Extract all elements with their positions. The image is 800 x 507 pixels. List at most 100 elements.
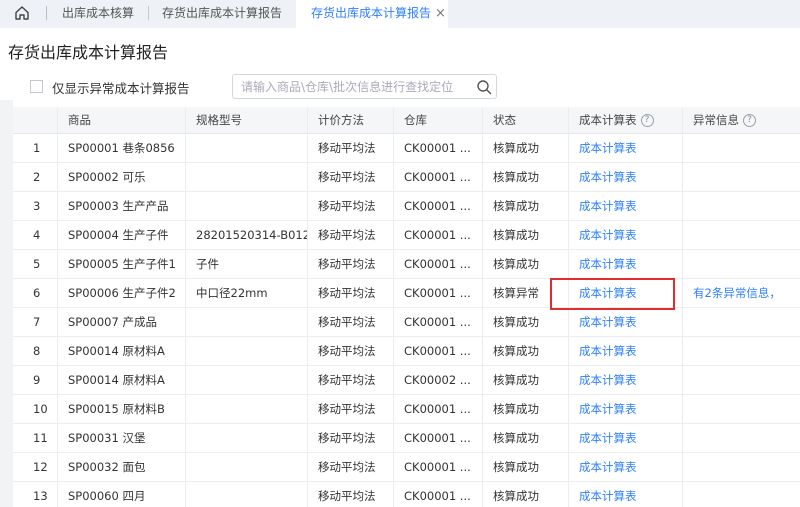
status-cell: 核算成功 bbox=[483, 337, 569, 365]
product-cell: SP00003 生产产品 bbox=[58, 192, 186, 220]
abnormal-only-label[interactable]: 仅显示异常成本计算报告 bbox=[52, 78, 190, 97]
table-row: 13 SP00060 四月 移动平均法 CK00001 ... 核算成功 成本计… bbox=[13, 482, 800, 507]
product-cell: SP00032 面包 bbox=[58, 453, 186, 481]
search-input[interactable] bbox=[241, 78, 466, 95]
product-cell: SP00004 生产子件 bbox=[58, 221, 186, 249]
method-cell: 移动平均法 bbox=[308, 221, 394, 249]
warehouse-cell: CK00001 ... bbox=[394, 250, 483, 278]
warehouse-cell: CK00002 ... bbox=[394, 366, 483, 394]
row-index: 11 bbox=[13, 424, 58, 452]
row-index: 6 bbox=[13, 279, 58, 307]
home-icon[interactable] bbox=[14, 5, 30, 21]
spec-cell: 中口径22mm bbox=[186, 279, 308, 307]
cost-sheet-link[interactable]: 成本计算表 bbox=[579, 170, 637, 184]
spec-cell bbox=[186, 337, 308, 365]
status-cell: 核算成功 bbox=[483, 482, 569, 507]
spec-cell bbox=[186, 134, 308, 162]
row-index: 7 bbox=[13, 308, 58, 336]
row-index: 13 bbox=[13, 482, 58, 507]
method-cell: 移动平均法 bbox=[308, 250, 394, 278]
product-cell: SP00007 产成品 bbox=[58, 308, 186, 336]
table-row: 10 SP00015 原材料B 移动平均法 CK00001 ... 核算成功 成… bbox=[13, 395, 800, 424]
row-index: 3 bbox=[13, 192, 58, 220]
error-cell bbox=[683, 366, 800, 394]
tab-cost-accounting[interactable]: 出库成本核算 bbox=[62, 0, 134, 28]
product-cell: SP00015 原材料B bbox=[58, 395, 186, 423]
cost-sheet-link[interactable]: 成本计算表 bbox=[579, 228, 637, 242]
status-cell: 核算成功 bbox=[483, 308, 569, 336]
method-cell: 移动平均法 bbox=[308, 308, 394, 336]
warehouse-cell: CK00001 ... bbox=[394, 308, 483, 336]
table-row: 3 SP00003 生产产品 移动平均法 CK00001 ... 核算成功 成本… bbox=[13, 192, 800, 221]
method-cell: 移动平均法 bbox=[308, 395, 394, 423]
spec-cell: 28201520314-B012 bbox=[186, 221, 308, 249]
tab-divider bbox=[148, 6, 149, 20]
spec-cell bbox=[186, 424, 308, 452]
method-cell: 移动平均法 bbox=[308, 424, 394, 452]
cost-sheet-cell: 成本计算表 bbox=[569, 163, 683, 191]
error-info-link[interactable]: 有2条异常信息， bbox=[693, 286, 781, 300]
table-row: 5 SP00005 生产子件1 子件 移动平均法 CK00001 ... 核算成… bbox=[13, 250, 800, 279]
cost-sheet-link[interactable]: 成本计算表 bbox=[579, 286, 637, 300]
table-row: 6 SP00006 生产子件2 中口径22mm 移动平均法 CK00001 ..… bbox=[13, 279, 800, 308]
table-row: 9 SP00014 原材料A 移动平均法 CK00002 ... 核算成功 成本… bbox=[13, 366, 800, 395]
cost-sheet-link[interactable]: 成本计算表 bbox=[579, 402, 637, 416]
row-index: 10 bbox=[13, 395, 58, 423]
row-index: 1 bbox=[13, 134, 58, 162]
product-cell: SP00060 四月 bbox=[58, 482, 186, 507]
col-status-header: 状态 bbox=[483, 107, 569, 133]
cost-sheet-link[interactable]: 成本计算表 bbox=[579, 257, 637, 271]
cost-sheet-link[interactable]: 成本计算表 bbox=[579, 373, 637, 387]
error-cell bbox=[683, 395, 800, 423]
table-row: 12 SP00032 面包 移动平均法 CK00001 ... 核算成功 成本计… bbox=[13, 453, 800, 482]
product-cell: SP00001 巷条0856 bbox=[58, 134, 186, 162]
help-icon[interactable]: ? bbox=[743, 114, 756, 127]
spec-cell bbox=[186, 366, 308, 394]
close-icon[interactable]: × bbox=[435, 1, 446, 27]
search-icon[interactable] bbox=[476, 79, 492, 95]
tab-cost-report-active[interactable]: 存货出库成本计算报告 bbox=[296, 0, 448, 28]
warehouse-cell: CK00001 ... bbox=[394, 192, 483, 220]
product-cell: SP00031 汉堡 bbox=[58, 424, 186, 452]
col-error-header: 异常信息? bbox=[683, 107, 800, 133]
cost-sheet-cell: 成本计算表 bbox=[569, 366, 683, 394]
cost-sheet-link[interactable]: 成本计算表 bbox=[579, 344, 637, 358]
cost-sheet-cell: 成本计算表 bbox=[569, 134, 683, 162]
tab-cost-report[interactable]: 存货出库成本计算报告 bbox=[162, 0, 282, 28]
row-index: 2 bbox=[13, 163, 58, 191]
cost-sheet-cell: 成本计算表 bbox=[569, 482, 683, 507]
left-gutter bbox=[0, 100, 13, 507]
method-cell: 移动平均法 bbox=[308, 366, 394, 394]
product-cell: SP00005 生产子件1 bbox=[58, 250, 186, 278]
spec-cell bbox=[186, 192, 308, 220]
status-cell: 核算成功 bbox=[483, 366, 569, 394]
tab-bar: 出库成本核算 存货出库成本计算报告 存货出库成本计算报告 × bbox=[0, 0, 800, 28]
spec-cell bbox=[186, 163, 308, 191]
cost-sheet-link[interactable]: 成本计算表 bbox=[579, 460, 637, 474]
method-cell: 移动平均法 bbox=[308, 163, 394, 191]
cost-sheet-link[interactable]: 成本计算表 bbox=[579, 199, 637, 213]
error-cell: 有2条异常信息， bbox=[683, 279, 800, 307]
warehouse-cell: CK00001 ... bbox=[394, 163, 483, 191]
method-cell: 移动平均法 bbox=[308, 453, 394, 481]
cost-sheet-link[interactable]: 成本计算表 bbox=[579, 431, 637, 445]
help-icon[interactable]: ? bbox=[640, 114, 654, 127]
status-cell: 核算成功 bbox=[483, 453, 569, 481]
method-cell: 移动平均法 bbox=[308, 279, 394, 307]
cost-sheet-link[interactable]: 成本计算表 bbox=[579, 141, 637, 155]
product-cell: SP00014 原材料A bbox=[58, 337, 186, 365]
product-cell: SP00014 原材料A bbox=[58, 366, 186, 394]
status-cell: 核算成功 bbox=[483, 221, 569, 249]
col-error-label: 异常信息 bbox=[693, 113, 739, 127]
col-method-header: 计价方法 bbox=[308, 107, 394, 133]
status-cell: 核算成功 bbox=[483, 424, 569, 452]
cost-sheet-cell: 成本计算表 bbox=[569, 337, 683, 365]
abnormal-only-checkbox[interactable] bbox=[30, 80, 43, 93]
col-index-header bbox=[13, 107, 58, 133]
warehouse-cell: CK00001 ... bbox=[394, 134, 483, 162]
cost-sheet-link[interactable]: 成本计算表 bbox=[579, 489, 637, 503]
row-index: 8 bbox=[13, 337, 58, 365]
table-row: 2 SP00002 可乐 移动平均法 CK00001 ... 核算成功 成本计算… bbox=[13, 163, 800, 192]
cost-sheet-link[interactable]: 成本计算表 bbox=[579, 315, 637, 329]
warehouse-cell: CK00001 ... bbox=[394, 337, 483, 365]
